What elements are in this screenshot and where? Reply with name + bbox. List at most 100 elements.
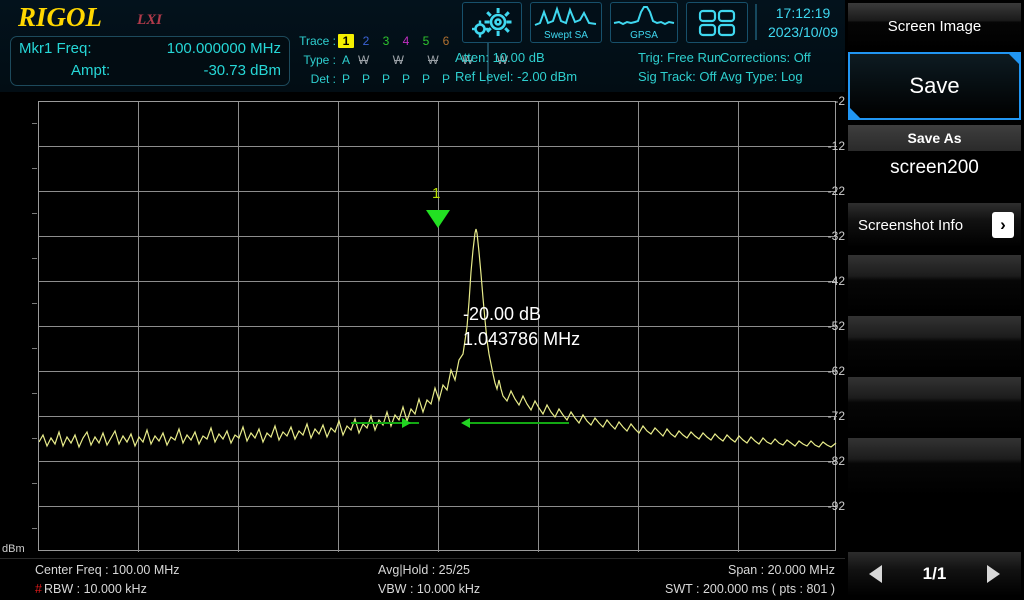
trace-row-label: Trace :	[290, 34, 336, 48]
marker-freq-row: Mkr1 Freq: 100.000000 MHz	[11, 40, 289, 62]
trace-det-1[interactable]: P	[338, 72, 354, 86]
vbw-status: VBW : 10.000 kHz	[378, 582, 480, 596]
marker-ampt-row: Ampt: -30.73 dBm	[11, 62, 289, 84]
marker-ampt-label: Ampt:	[71, 62, 110, 79]
clock-time: 17:12:19	[762, 4, 844, 23]
status-divider	[0, 558, 845, 559]
y-tick-label-4: -42	[811, 274, 845, 288]
marker-freq-value: 100.000000 MHz	[167, 40, 281, 57]
pager-next-button[interactable]	[987, 565, 1000, 583]
trig-value: Trig: Free Run	[638, 50, 721, 65]
swept-sa-label: Swept SA	[531, 30, 601, 41]
spectrum-plot[interactable]: 1 -20.00 dB 1.043786 MHz -2 -12 -22 -32 …	[0, 92, 845, 558]
trace-type-3[interactable]: W	[393, 53, 404, 67]
trace-number-6[interactable]: 6	[438, 34, 454, 48]
corrections-value: Corrections: Off	[720, 50, 811, 65]
plot-grid: 1 -20.00 dB 1.043786 MHz	[38, 101, 836, 551]
y-tick-label-1: -12	[811, 139, 845, 153]
trace-type-4[interactable]: W	[427, 53, 438, 67]
gpsa-label: GPSA	[611, 30, 677, 41]
settings-gears-button[interactable]	[462, 2, 522, 43]
bandwidth-annotation: 1.043786 MHz	[463, 329, 580, 350]
bandwidth-arrow-right	[461, 418, 470, 428]
screenshot-info-label: Screenshot Info	[858, 217, 963, 234]
trace-curve	[39, 102, 837, 552]
delta-db-annotation: -20.00 dB	[463, 304, 541, 325]
swt-status: SWT : 200.000 ms ( pts : 801 )	[665, 582, 835, 596]
trace-number-4[interactable]: 4	[398, 34, 414, 48]
settings-readout: Atten: 10.00 dB Ref Level: -2.00 dBm Tri…	[455, 50, 845, 90]
y-tick-label-3: -32	[811, 229, 845, 243]
rbw-manual-indicator: #	[35, 582, 42, 596]
trace-number-2[interactable]: 2	[358, 34, 374, 48]
panels-grid-icon	[687, 3, 747, 42]
pager-page-indicator: 1/1	[923, 564, 947, 584]
atten-value: Atten: 10.00 dB	[455, 50, 545, 65]
lxi-logo: LXI	[137, 12, 162, 29]
sidebar-title-screen-image[interactable]: Screen Image	[848, 3, 1021, 49]
pager-prev-button[interactable]	[869, 565, 882, 583]
trace-det-label: Det :	[290, 72, 336, 86]
trace-det-6[interactable]: P	[438, 72, 454, 86]
trace-det-4[interactable]: P	[398, 72, 414, 86]
swept-waveform-icon	[531, 3, 601, 29]
trace-det-5[interactable]: P	[418, 72, 434, 86]
status-bar: Center Freq : 100.00 MHz # RBW : 10.000 …	[0, 558, 845, 600]
y-tick-label-0: -2	[811, 94, 845, 108]
gears-icon	[463, 3, 521, 42]
save-button[interactable]: Save	[848, 52, 1021, 120]
save-as-label: Save As	[848, 125, 1021, 151]
avg-hold-status: Avg|Hold : 25/25	[378, 563, 470, 577]
save-as-value-text: screen200	[890, 157, 979, 179]
rigol-logo: RIGOL	[18, 2, 102, 33]
clock: 17:12:19 2023/10/09	[762, 4, 844, 42]
trace-number-1[interactable]: 1	[338, 34, 354, 48]
span-status: Span : 20.000 MHz	[728, 563, 835, 577]
soft-key-sidebar: Screen Image Save Save As screen200 Scre…	[845, 0, 1024, 600]
trace-type-label: Type :	[290, 53, 336, 67]
rbw-status: RBW : 10.000 kHz	[44, 582, 147, 596]
save-button-label: Save	[909, 73, 959, 99]
sidebar-empty-slot-2[interactable]	[848, 316, 1021, 374]
marker-readout-panel[interactable]: Mkr1 Freq: 100.000000 MHz Ampt: -30.73 d…	[10, 36, 290, 86]
center-freq-status: Center Freq : 100.00 MHz	[35, 563, 180, 577]
trace-type-2[interactable]: W	[358, 53, 369, 67]
avg-type-value: Avg Type: Log	[720, 69, 803, 84]
trace-number-3[interactable]: 3	[378, 34, 394, 48]
gpsa-mode-button[interactable]: GPSA	[610, 2, 678, 43]
y-axis-unit-label: dBm	[2, 543, 25, 555]
trace-number-5[interactable]: 5	[418, 34, 434, 48]
marker-1-label: 1	[432, 185, 440, 202]
y-tick-label-2: -22	[811, 184, 845, 198]
gpsa-peak-icon	[611, 3, 677, 29]
trace-det-2[interactable]: P	[358, 72, 374, 86]
marker-freq-label: Mkr1 Freq:	[19, 40, 92, 57]
spectrum-analyzer-screen: RIGOL LXI Mkr1 Freq: 100.000000 MHz Ampt…	[0, 0, 1024, 600]
ref-level-value: Ref Level: -2.00 dBm	[455, 69, 577, 84]
save-as-value-field[interactable]: screen200	[848, 151, 1021, 185]
y-tick-label-9: -92	[811, 499, 845, 513]
panels-layout-button[interactable]	[686, 2, 748, 43]
header-band: RIGOL LXI Mkr1 Freq: 100.000000 MHz Ampt…	[0, 0, 845, 92]
trace-det-3[interactable]: P	[378, 72, 394, 86]
sig-track-value: Sig Track: Off	[638, 69, 717, 84]
swept-sa-mode-button[interactable]: Swept SA	[530, 2, 602, 43]
save-as-label-text: Save As	[908, 130, 962, 146]
y-tick-label-6: -62	[811, 364, 845, 378]
chevron-right-icon[interactable]: ›	[992, 212, 1014, 238]
sidebar-empty-slot-1[interactable]	[848, 255, 1021, 313]
sidebar-title-label: Screen Image	[888, 18, 981, 35]
main-display-area: RIGOL LXI Mkr1 Freq: 100.000000 MHz Ampt…	[0, 0, 845, 600]
y-tick-label-7: -72	[811, 409, 845, 423]
sidebar-empty-slot-4[interactable]	[848, 438, 1021, 496]
sidebar-pager: 1/1	[848, 552, 1021, 596]
marker-1-triangle[interactable]	[426, 210, 450, 228]
bandwidth-line-right	[469, 422, 569, 424]
trace-type-1[interactable]: A	[338, 53, 354, 67]
screenshot-info-button[interactable]: Screenshot Info ›	[848, 203, 1021, 247]
bandwidth-arrow-left	[402, 418, 411, 428]
clock-divider	[755, 4, 757, 40]
sidebar-empty-slot-3[interactable]	[848, 377, 1021, 435]
clock-date: 2023/10/09	[762, 23, 844, 42]
y-tick-label-5: -52	[811, 319, 845, 333]
